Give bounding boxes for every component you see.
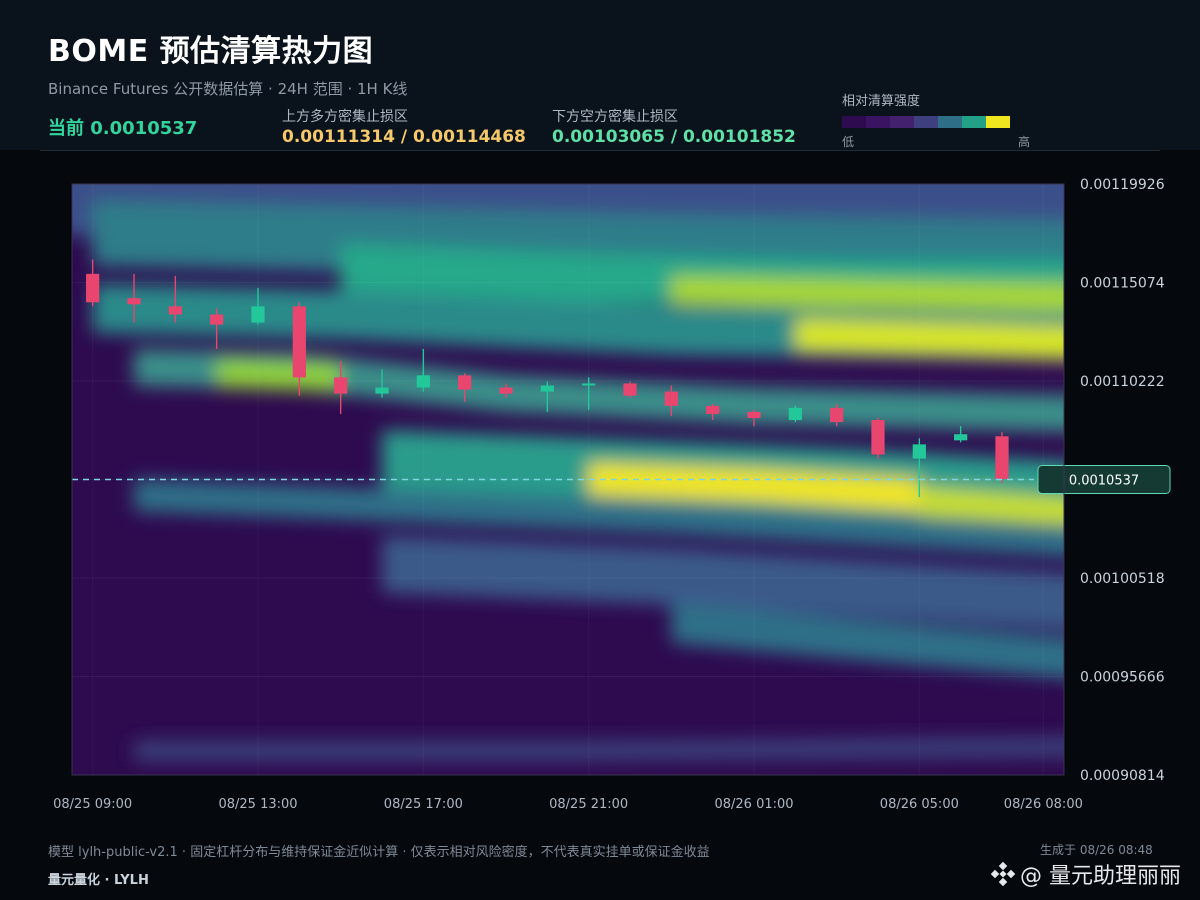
candle — [995, 432, 1009, 483]
candle-body — [995, 436, 1009, 479]
candle-body — [458, 375, 472, 390]
y-tick-label: 0.00100518 — [1080, 571, 1165, 587]
candle-body — [540, 385, 554, 392]
candle-body — [86, 273, 100, 303]
footer-note: 模型 lylh-public-v2.1 · 固定杠杆分布与维持保证金近似计算 ·… — [48, 845, 710, 860]
candle-body — [375, 387, 389, 394]
x-tick-label: 08/25 21:00 — [549, 797, 628, 812]
candle-body — [747, 411, 761, 418]
candle — [871, 417, 885, 459]
x-tick-label: 08/26 08:00 — [1004, 797, 1083, 812]
candle-body — [954, 434, 968, 441]
heat-band-7 — [216, 359, 341, 392]
x-tick-label: 08/26 01:00 — [714, 797, 793, 812]
candle-body — [582, 383, 596, 386]
candle-body — [623, 383, 637, 396]
x-tick-label: 08/25 17:00 — [384, 797, 463, 812]
current-price-tag: 0.0010537 — [1069, 474, 1139, 489]
generated-time: 生成于 08/26 08:48 — [1040, 843, 1153, 857]
y-tick-label: 0.00110222 — [1080, 374, 1165, 390]
candle-body — [706, 405, 720, 414]
binance-logo-icon — [990, 861, 1016, 887]
candle-body — [664, 391, 678, 406]
watermark-text: @ 量元助理丽丽 — [1020, 864, 1181, 889]
candle-body — [292, 306, 306, 378]
candle-body — [871, 420, 885, 455]
candle-body — [830, 407, 844, 423]
candle-body — [251, 306, 265, 323]
x-tick-label: 08/25 09:00 — [53, 797, 132, 812]
y-tick-label: 0.00090814 — [1080, 768, 1165, 784]
y-tick-label: 0.00119926 — [1080, 177, 1165, 193]
x-tick-label: 08/26 05:00 — [880, 797, 959, 812]
candle — [623, 381, 637, 398]
candle-body — [127, 298, 141, 305]
candle-body — [788, 407, 802, 421]
candle-body — [168, 306, 182, 315]
candle-body — [416, 375, 430, 388]
x-axis: 08/25 09:00 08/25 13:00 08/25 17:00 08/25 2… — [53, 797, 1083, 812]
candle — [788, 405, 802, 423]
candle-body — [334, 377, 348, 394]
footer-brand: 量元量化 · LYLH — [48, 873, 149, 888]
y-tick-label: 0.00115074 — [1080, 276, 1165, 292]
candle-body — [499, 387, 513, 394]
watermark: @ 量元助理丽丽 — [990, 858, 1181, 890]
x-tick-label: 08/25 13:00 — [218, 797, 297, 812]
liquidation-heatmap-chart: 0.0010537 0.00119926 0.00115074 0.00110222… — [53, 177, 1171, 812]
candle-body — [912, 444, 926, 459]
candle-body — [210, 314, 224, 325]
y-tick-label: 0.00095666 — [1080, 670, 1165, 686]
